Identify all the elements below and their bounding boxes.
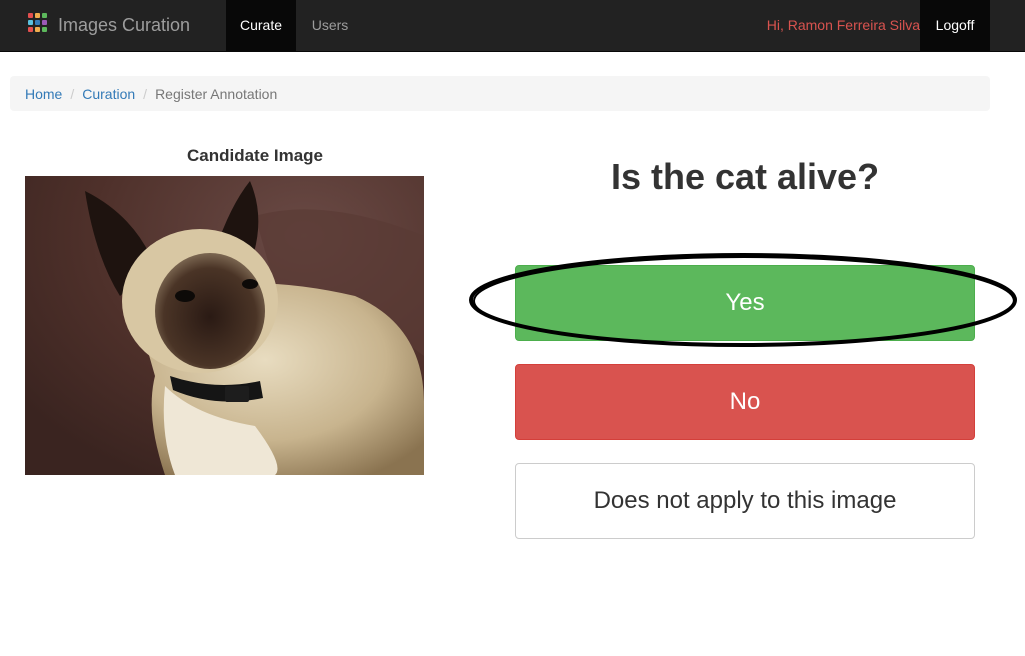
breadcrumb-curation[interactable]: Curation [82,86,135,102]
candidate-image-title: Candidate Image [186,146,324,165]
breadcrumb: Home / Curation / Register Annotation [10,76,990,111]
app-logo-icon [28,12,48,33]
logoff-button[interactable]: Logoff [920,0,990,51]
not-apply-button[interactable]: Does not apply to this image [515,463,975,539]
breadcrumb-home[interactable]: Home [25,86,62,102]
no-button[interactable]: No [515,364,975,440]
breadcrumb-separator: / [70,85,75,102]
navbar: Images Curation Curate Users Hi, Ramon F… [0,0,1025,52]
brand-title: Images Curation [58,15,191,35]
question-title: Is the cat alive? [610,156,880,197]
yes-button[interactable]: Yes [515,265,975,341]
brand-link[interactable]: Images Curation [28,0,190,51]
candidate-image [25,176,424,475]
nav-item-curate[interactable]: Curate [226,0,296,51]
user-greeting: Hi, Ramon Ferreira Silva [766,17,920,33]
nav-item-users[interactable]: Users [296,0,364,51]
breadcrumb-current: Register Annotation [155,85,278,102]
breadcrumb-separator: / [143,85,148,102]
